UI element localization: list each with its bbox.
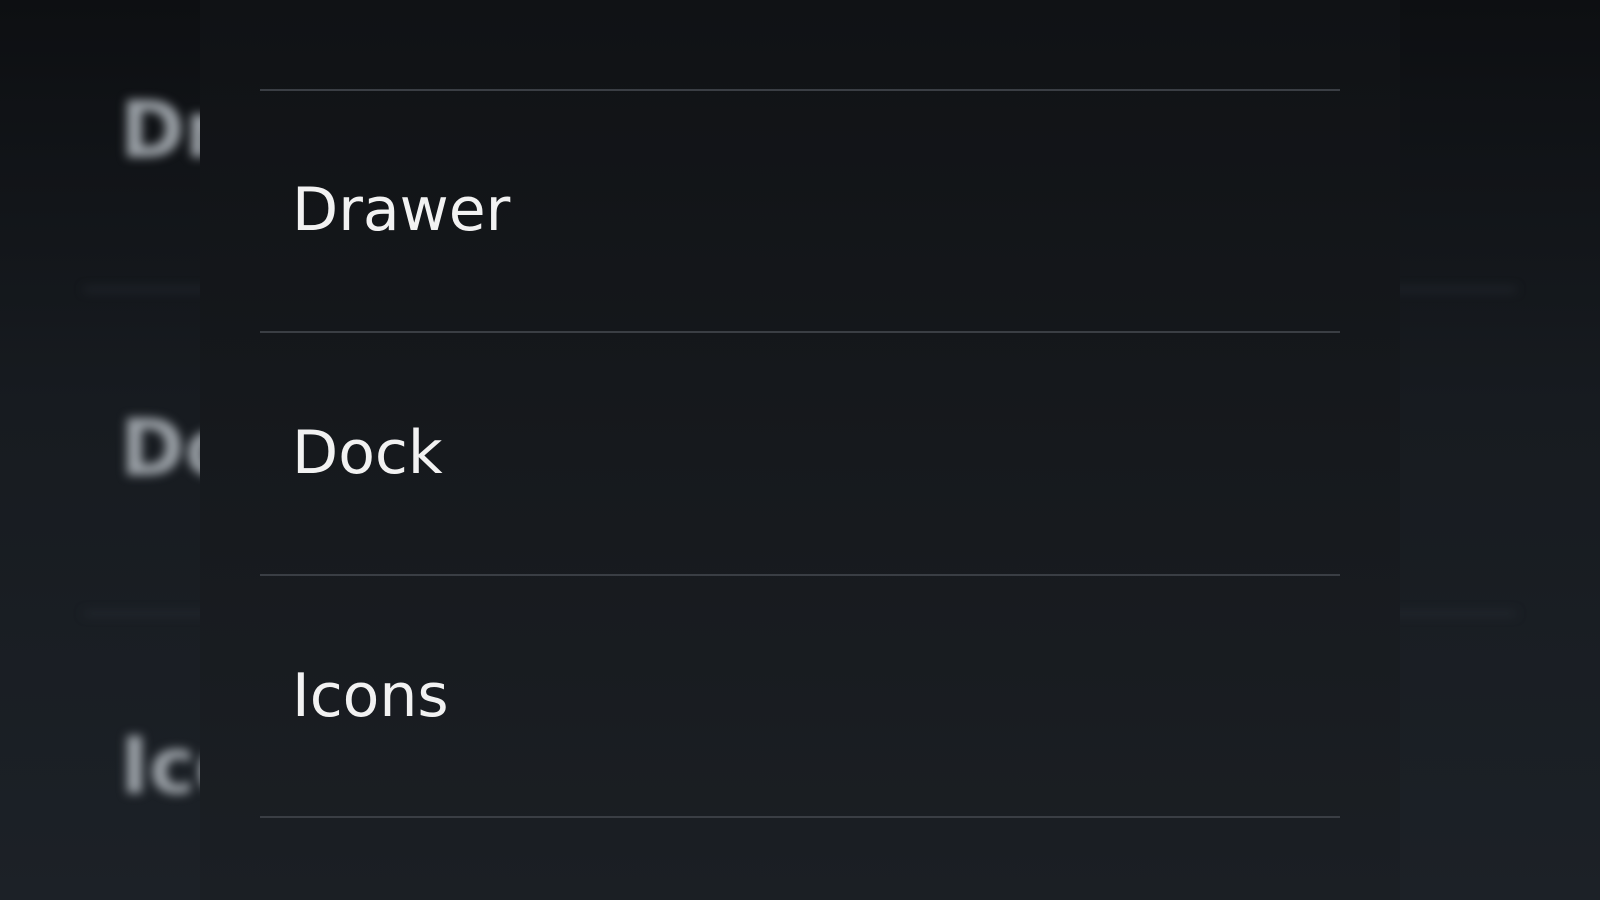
menu-item-next[interactable] xyxy=(260,818,1340,900)
menu-dialog: Drawer Dock Icons xyxy=(200,0,1400,900)
menu-item-dock[interactable]: Dock xyxy=(260,333,1340,574)
menu-item-drawer[interactable]: Drawer xyxy=(260,90,1340,331)
menu-item-label: Icons xyxy=(292,661,449,731)
menu-item-label: Drawer xyxy=(292,175,511,245)
menu-item-label: Dock xyxy=(292,418,443,488)
screen: Drawer Dock Icons Drawer Dock Icons xyxy=(0,0,1600,900)
menu-item-icons[interactable]: Icons xyxy=(260,576,1340,817)
